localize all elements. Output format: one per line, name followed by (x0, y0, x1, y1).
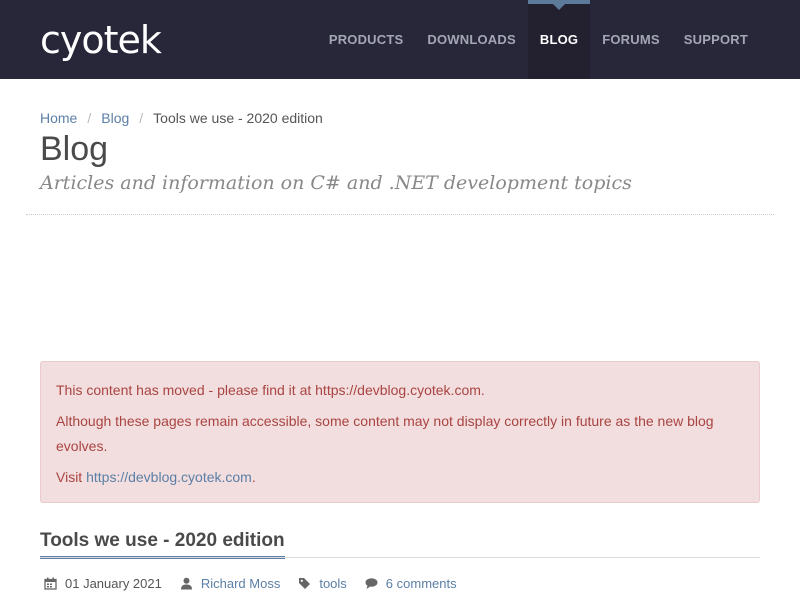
post-title[interactable]: Tools we use - 2020 edition (40, 528, 285, 559)
post-author-link[interactable]: Richard Moss (201, 576, 280, 591)
alert-visit-prefix: Visit (56, 469, 87, 485)
nav-support[interactable]: SUPPORT (672, 0, 760, 79)
post-author-group: Richard Moss (180, 576, 280, 591)
header-divider (26, 214, 774, 215)
post-meta: 01 January 2021 Richard Moss tools 6 com… (44, 576, 475, 591)
alert-visit-line: Visit https://devblog.cyotek.com. (56, 465, 744, 490)
post-title-rule (40, 557, 760, 558)
alert-moved-text: This content has moved - please find it … (56, 382, 485, 398)
post-comments-link[interactable]: 6 comments (386, 576, 457, 591)
tag-icon (299, 578, 311, 589)
breadcrumb-separator: / (139, 110, 144, 126)
nav-products[interactable]: PRODUCTS (317, 0, 416, 79)
site-header: cyotek PRODUCTS DOWNLOADS BLOG FORUMS SU… (0, 0, 800, 79)
alert-visit-suffix: . (251, 469, 256, 485)
breadcrumb-blog[interactable]: Blog (101, 110, 129, 126)
alert-accessibility-text: Although these pages remain accessible, … (56, 413, 714, 454)
devblog-link[interactable]: https://devblog.cyotek.com (86, 469, 252, 485)
post-date: 01 January 2021 (65, 576, 162, 591)
breadcrumb-home[interactable]: Home (40, 110, 77, 126)
nav-forums[interactable]: FORUMS (590, 0, 672, 79)
nav-downloads[interactable]: DOWNLOADS (415, 0, 527, 79)
breadcrumb-current: Tools we use - 2020 edition (153, 110, 323, 126)
breadcrumb-separator: / (87, 110, 92, 126)
cyotek-logo[interactable]: cyotek (40, 18, 162, 62)
comment-icon (365, 578, 378, 589)
calendar-icon (44, 577, 57, 590)
post-tag-link[interactable]: tools (319, 576, 346, 591)
post-tag-group: tools (298, 576, 347, 591)
nav-blog[interactable]: BLOG (527, 0, 591, 79)
page-subtitle: Articles and information on C# and .NET … (40, 172, 632, 194)
breadcrumb: Home / Blog / Tools we use - 2020 editio… (40, 110, 323, 126)
user-icon (180, 577, 192, 590)
moved-content-alert: This content has moved - please find it … (40, 361, 760, 503)
page-title: Blog (40, 130, 109, 168)
main-nav: PRODUCTS DOWNLOADS BLOG FORUMS SUPPORT (317, 0, 760, 79)
post-date-group: 01 January 2021 (44, 576, 162, 591)
post-comments-group: 6 comments (365, 576, 457, 591)
